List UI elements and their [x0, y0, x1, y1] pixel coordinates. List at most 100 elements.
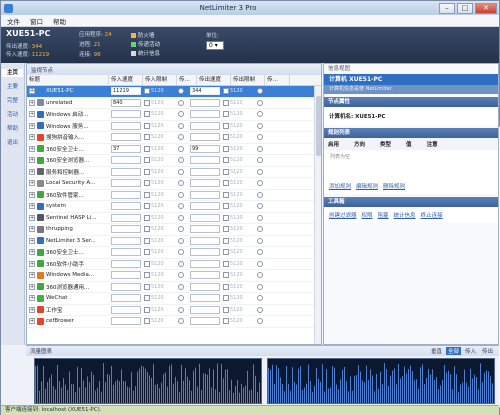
in-limit-checkbox[interactable] [144, 157, 150, 164]
table-row[interactable]: +360安全卫士... 37 5120 99 5120 [27, 144, 321, 155]
in-limit-value[interactable]: 5120 [151, 238, 173, 244]
col-out-more[interactable]: 传… [265, 75, 290, 85]
col-out-limit[interactable]: 传出限制 [231, 75, 265, 85]
expand-toggle-icon[interactable]: + [29, 134, 35, 141]
block-link[interactable]: 阻塞 [378, 211, 389, 219]
out-priority-radio[interactable] [257, 122, 263, 129]
delete-rule-link[interactable]: 删除规则 [383, 182, 405, 190]
in-limit-checkbox[interactable] [144, 134, 150, 141]
kill-connection-link[interactable]: 终止连接 [421, 211, 443, 219]
expand-toggle-icon[interactable]: + [29, 226, 35, 233]
in-limit-value[interactable]: 5120 [151, 295, 173, 301]
out-limit-value[interactable]: 5120 [230, 192, 252, 198]
out-limit-value[interactable]: 5120 [230, 123, 252, 129]
table-row[interactable]: +360软件管家... 5120 5120 [27, 190, 321, 201]
in-limit-checkbox[interactable] [144, 249, 150, 256]
expand-toggle-icon[interactable]: + [29, 203, 35, 210]
in-limit-value[interactable]: 5120 [151, 203, 173, 209]
add-rule-link[interactable]: 添加规则 [329, 182, 351, 190]
in-limit-checkbox[interactable] [144, 306, 150, 313]
in-limit-value[interactable]: 5120 [151, 157, 173, 163]
table-row[interactable]: + thrupping 5120 5120 [27, 224, 321, 236]
in-limit-value[interactable]: 5120 [151, 307, 173, 313]
table-row[interactable]: + system 5120 5120 [27, 201, 321, 213]
in-priority-radio[interactable] [178, 111, 184, 118]
expand-toggle-icon[interactable]: + [29, 272, 35, 279]
in-priority-radio[interactable] [178, 226, 184, 233]
expand-toggle-icon[interactable]: + [29, 249, 35, 256]
create-filter-link[interactable]: 创建过滤器 [329, 211, 357, 219]
nav-activity[interactable]: 活动 [1, 111, 24, 119]
table-row[interactable]: + Sentinel HASP Li... 5120 5120 [27, 213, 321, 224]
out-priority-radio[interactable] [257, 283, 263, 290]
out-priority-radio[interactable] [257, 145, 263, 152]
close-button[interactable]: ✕ [475, 2, 497, 14]
out-limit-value[interactable]: 5120 [230, 284, 252, 290]
out-limit-checkbox[interactable] [223, 99, 229, 106]
in-limit-checkbox[interactable] [144, 214, 150, 221]
in-priority-radio[interactable] [178, 249, 184, 256]
in-limit-value[interactable]: 5120 [151, 272, 173, 278]
in-priority-radio[interactable] [178, 283, 184, 290]
out-priority-radio[interactable] [257, 237, 263, 244]
in-limit-value[interactable]: 5120 [151, 249, 173, 255]
nav-help[interactable]: 帮助 [1, 125, 24, 133]
table-row[interactable]: + Windows 启动... 5120 5120 [27, 109, 321, 121]
table-row[interactable]: + 服务和控制器... 5120 5120 [27, 167, 321, 178]
expand-toggle-icon[interactable]: + [29, 283, 35, 290]
in-limit-checkbox[interactable] [144, 111, 150, 118]
out-priority-radio[interactable] [257, 203, 263, 210]
col-title[interactable]: 标题 [27, 75, 109, 85]
out-priority-radio[interactable] [257, 180, 263, 187]
in-limit-checkbox[interactable] [144, 283, 150, 290]
edit-rule-link[interactable]: 编辑规则 [356, 182, 378, 190]
in-limit-value[interactable]: 5120 [151, 261, 173, 267]
in-limit-checkbox[interactable] [144, 295, 150, 302]
chart-all[interactable]: 全部 [445, 347, 461, 355]
out-priority-radio[interactable] [257, 157, 263, 164]
in-priority-radio[interactable] [178, 88, 184, 95]
in-limit-value[interactable]: 5120 [151, 180, 173, 186]
out-limit-value[interactable]: 5120 [230, 88, 252, 94]
menu-window[interactable]: 窗口 [30, 16, 43, 26]
expand-toggle-icon[interactable]: + [29, 99, 35, 106]
nav-full[interactable]: 完整 [1, 97, 24, 105]
table-row[interactable]: + WeChat 5120 5120 [27, 293, 321, 305]
scroll-thumb[interactable] [316, 96, 321, 156]
in-priority-radio[interactable] [178, 203, 184, 210]
in-priority-radio[interactable] [178, 260, 184, 267]
out-limit-value[interactable]: 5120 [230, 111, 252, 117]
in-limit-value[interactable]: 5120 [151, 215, 173, 221]
out-limit-value[interactable]: 5120 [230, 238, 252, 244]
expand-toggle-icon[interactable]: + [29, 157, 35, 164]
out-limit-value[interactable]: 5120 [230, 226, 252, 232]
nav-home[interactable]: 主页 [2, 69, 23, 77]
out-limit-checkbox[interactable] [223, 122, 229, 129]
out-limit-value[interactable]: 5120 [230, 295, 252, 301]
out-limit-checkbox[interactable] [223, 249, 229, 256]
out-priority-radio[interactable] [257, 249, 263, 256]
table-row[interactable]: + Windows Media... 5120 5120 [27, 270, 321, 282]
out-limit-value[interactable]: 5120 [230, 157, 252, 163]
out-priority-radio[interactable] [257, 318, 263, 325]
in-limit-checkbox[interactable] [144, 226, 150, 233]
in-limit-checkbox[interactable] [144, 168, 150, 175]
in-priority-radio[interactable] [178, 122, 184, 129]
in-limit-value[interactable]: 5120 [151, 111, 173, 117]
out-limit-checkbox[interactable] [223, 214, 229, 221]
in-limit-checkbox[interactable] [144, 237, 150, 244]
in-limit-checkbox[interactable] [144, 145, 150, 152]
in-priority-radio[interactable] [178, 214, 184, 221]
table-row[interactable]: + unrelated 840 5120 5120 [27, 98, 321, 109]
out-limit-value[interactable]: 5120 [230, 272, 252, 278]
expand-toggle-icon[interactable]: + [29, 237, 35, 244]
out-priority-radio[interactable] [257, 88, 263, 95]
in-limit-checkbox[interactable] [144, 203, 150, 210]
out-priority-radio[interactable] [257, 214, 263, 221]
out-limit-checkbox[interactable] [223, 134, 229, 141]
col-in-limit[interactable]: 传入限制 [143, 75, 177, 85]
in-priority-radio[interactable] [178, 99, 184, 106]
expand-toggle-icon[interactable]: + [29, 260, 35, 267]
table-row[interactable]: + Local Security A... 5120 5120 [27, 178, 321, 190]
out-limit-checkbox[interactable] [223, 88, 229, 95]
